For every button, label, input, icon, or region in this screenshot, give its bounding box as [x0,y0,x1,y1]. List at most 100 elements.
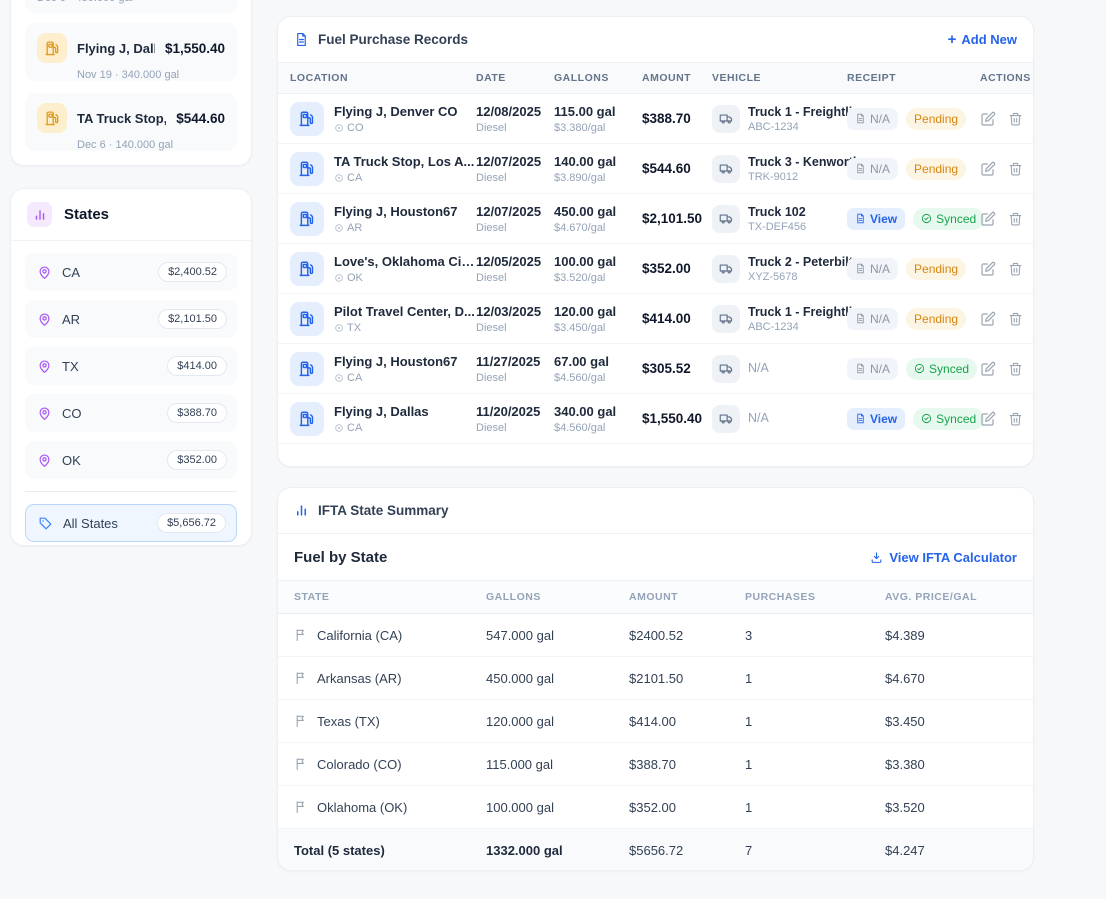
vehicle-cell: N/A [712,405,847,433]
purchase-card[interactable]: Flying J, Dallas $1,550.40 Nov 19 · 340.… [25,23,237,81]
record-row: Flying J, Dallas CA 11/20/2025 Diesel [278,394,1033,444]
price-per-gal: $3.890/gal [554,172,642,184]
bar-chart-icon [294,503,309,518]
status-badge: Synced [906,358,977,380]
purchase-date: 12/05/2025 [476,254,554,269]
edit-button[interactable] [980,361,996,377]
state-purchases: 1 [745,714,885,729]
location-name: TA Truck Stop, Los A... [334,154,474,169]
check-circle-icon [921,413,932,424]
edit-button[interactable] [980,161,996,177]
state-filter-row[interactable]: TX $414.00 [25,347,237,385]
date-cell: 11/20/2025 Diesel [476,404,554,434]
records-table-body: Flying J, Denver CO CO 12/08/2025 Diesel [278,94,1033,444]
edit-button[interactable] [980,111,996,127]
delete-button[interactable] [1008,161,1023,177]
receipt-badge[interactable]: View [847,208,905,230]
receipt-badge[interactable]: N/A [847,308,898,330]
col-gallons: GALLONS [486,591,629,603]
target-icon [334,373,344,383]
vehicle-plate: ABC-1234 [748,321,847,333]
vehicle-name: Truck 3 - Kenworth [748,155,847,169]
state-filter-row[interactable]: AR $2,101.50 [25,300,237,338]
delete-button[interactable] [1008,361,1023,377]
ifta-table-header: STATE GALLONS AMOUNT PURCHASES AVG. PRIC… [278,581,1033,614]
vehicle-plate: ABC-1234 [748,121,847,133]
receipt-badge[interactable]: N/A [847,358,898,380]
col-receipt: RECEIPT [847,72,980,84]
receipt-badge[interactable]: N/A [847,108,898,130]
purchase-location: TA Truck Stop, Los ... [77,111,166,126]
gallons-cell: 120.00 gal $3.450/gal [554,304,642,334]
purchase-date: 12/03/2025 [476,304,554,319]
delete-button[interactable] [1008,311,1023,327]
all-states-amount-badge: $5,656.72 [157,513,226,533]
edit-button[interactable] [980,261,996,277]
vehicle-plate: TRK-9012 [748,171,847,183]
fuel-type: Diesel [476,372,554,384]
state-filter-row[interactable]: OK $352.00 [25,441,237,479]
state-filter-row[interactable]: CO $388.70 [25,394,237,432]
location-state: AR [334,222,458,234]
records-header: Fuel Purchase Records + Add New [278,17,1033,63]
actions-cell [980,161,1027,177]
delete-button[interactable] [1008,211,1023,227]
purchase-date: 12/08/2025 [476,104,554,119]
recent-purchase-list: Flying J, Dallas $1,550.40 Nov 19 · 340.… [25,23,237,151]
vehicle-name: Truck 1 - Freightliner [748,105,847,119]
purchase-date: 11/20/2025 [476,404,554,419]
col-amount: AMOUNT [642,72,712,84]
gallons-value: 140.00 gal [554,154,642,169]
edit-button[interactable] [980,211,996,227]
location-state: TX [334,322,475,334]
purchase-card[interactable]: TA Truck Stop, Los ... $544.60 Dec 6 · 1… [25,93,237,151]
truck-icon [712,255,740,283]
location-state: CA [334,372,458,384]
state-amount: $352.00 [629,800,745,815]
state-code: CO [62,406,157,421]
price-per-gal: $3.450/gal [554,322,642,334]
edit-button[interactable] [980,311,996,327]
state-avg-price: $4.389 [885,628,1017,643]
delete-button[interactable] [1008,261,1023,277]
price-per-gal: $4.670/gal [554,222,642,234]
state-purchases: 3 [745,628,885,643]
view-ifta-calculator-link[interactable]: View IFTA Calculator [870,550,1017,565]
receipt-badge[interactable]: View [847,408,905,430]
truck-icon [712,155,740,183]
state-filter-row[interactable]: CA $2,400.52 [25,253,237,291]
record-row: Flying J, Houston67 AR 12/07/2025 Diesel [278,194,1033,244]
fuel-pump-icon [37,33,67,63]
location-name: Flying J, Houston67 [334,354,458,369]
fuel-type: Diesel [476,172,554,184]
map-pin-icon [37,265,52,280]
status-badge: Pending [906,158,966,180]
divider [25,491,237,492]
vehicle-name: N/A [748,361,769,375]
price-per-gal: $3.520/gal [554,272,642,284]
map-pin-icon [37,406,52,421]
col-gallons: GALLONS [554,72,642,84]
flag-icon [294,628,308,642]
purchase-date-gallons: Dec 6 · 140.000 gal [37,139,225,151]
fuel-pump-icon [37,103,67,133]
delete-button[interactable] [1008,111,1023,127]
receipt-badge[interactable]: N/A [847,258,898,280]
actions-cell [980,211,1027,227]
purchase-amount: $1,550.40 [165,41,225,56]
col-purchases: PURCHASES [745,591,885,603]
ifta-summary-panel: IFTA State Summary Fuel by State View IF… [277,487,1034,871]
gallons-cell: 67.00 gal $4.560/gal [554,354,642,384]
add-new-button[interactable]: + Add New [948,32,1017,47]
fuel-pump-icon [290,402,324,436]
date-cell: 12/05/2025 Diesel [476,254,554,284]
total-avg-price: $4.247 [885,843,1017,858]
all-states-row[interactable]: All States $5,656.72 [25,504,237,542]
edit-button[interactable] [980,411,996,427]
receipt-badge[interactable]: N/A [847,158,898,180]
purchase-card-partial[interactable]: Dec 6 · 450.000 gal [25,0,237,13]
state-code: CA [62,265,148,280]
delete-button[interactable] [1008,411,1023,427]
state-code: AR [62,312,148,327]
purchase-date: 12/07/2025 [476,204,554,219]
